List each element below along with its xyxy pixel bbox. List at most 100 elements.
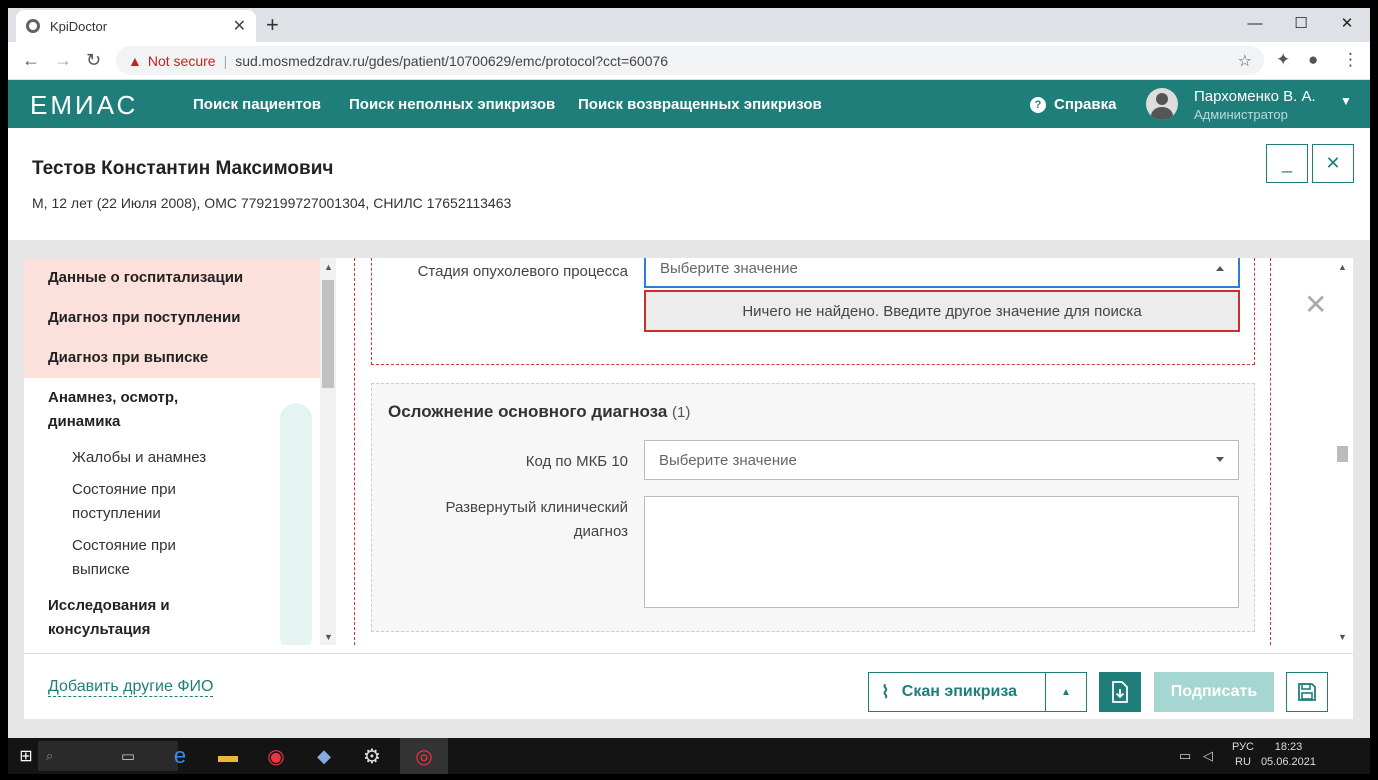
profile-icon[interactable]: ● (1308, 50, 1318, 70)
menu-search-returned[interactable]: Поиск возвращенных эпикризов (578, 96, 822, 113)
clinical-diagnosis-textarea[interactable] (644, 496, 1239, 608)
maximize-icon[interactable]: ☐ (1278, 8, 1324, 38)
nav-anamnesis-2[interactable]: динамика (24, 410, 320, 434)
url-input[interactable]: ▲ Not secure | sud.mosmedzdrav.ru/gdes/p… (116, 46, 1264, 75)
nav-state-admission-1[interactable]: Состояние при (72, 478, 176, 502)
stage-placeholder: Выберите значение (660, 259, 798, 277)
window-close-icon[interactable]: ✕ (1324, 8, 1370, 38)
bookmark-star-icon[interactable]: ☆ (1238, 51, 1252, 71)
nav-admission-diagnosis[interactable]: Диагноз при поступлении (24, 298, 320, 338)
url-text: sud.mosmedzdrav.ru/gdes/patient/10700629… (235, 52, 669, 69)
lang-top: РУС (1231, 741, 1254, 753)
globe-icon (26, 19, 40, 33)
nav-discharge-diagnosis[interactable]: Диагноз при выписке (24, 338, 320, 378)
clinical-label-1: Развернутый клинический (445, 499, 628, 516)
new-tab-icon[interactable]: + (266, 12, 279, 38)
nav-state-admission-2[interactable]: поступлении (72, 502, 161, 526)
scan-epicrisis-button[interactable]: ⌇ Скан эпикриза (868, 672, 1046, 712)
complication-title: Осложнение основного диагноза (1) (388, 402, 690, 422)
browser-tab[interactable]: KpiDoctor ✕ (16, 10, 256, 42)
nav-anamnesis-1[interactable]: Анамнез, осмотр, (24, 386, 320, 410)
reload-icon[interactable]: ↻ (86, 50, 101, 71)
lang-bottom: RU (1235, 756, 1251, 768)
close-tab-icon[interactable]: ✕ (233, 16, 246, 36)
user-name[interactable]: Пархоменко В. А. (1194, 88, 1316, 105)
ie-icon[interactable]: e (164, 738, 196, 774)
folder-icon[interactable]: ▬ (212, 738, 244, 774)
no-results-message: Ничего не найдено. Введите другое значен… (644, 290, 1240, 332)
address-bar: ← → ↻ ▲ Not secure | sud.mosmedzdrav.ru/… (8, 42, 1370, 80)
form-area: Стадия опухолевого процесса Выберите зна… (354, 258, 1271, 645)
clock[interactable]: 18:23 05.06.2021 (1261, 740, 1316, 770)
tab-strip: KpiDoctor ✕ + — ☐ ✕ (8, 8, 1370, 42)
nav-research-2[interactable]: консультация (24, 618, 320, 642)
not-secure-label[interactable]: Not secure (148, 53, 216, 69)
emias-logo[interactable]: ЕМИАС (30, 90, 138, 121)
help-link[interactable]: ? Справка (1030, 96, 1116, 113)
patient-info: М, 12 лет (22 Июля 2008), ОМС 7792199727… (32, 195, 512, 211)
stage-select[interactable]: Выберите значение (644, 258, 1240, 288)
active-app-icon[interactable]: ◎ (400, 738, 448, 774)
app-header: ЕМИАС Поиск пациентов Поиск неполных эпи… (8, 80, 1370, 128)
taskbar-search[interactable]: ⌕ (38, 741, 178, 771)
settings-gear-icon[interactable]: ⚙ (356, 738, 388, 774)
extensions-icon[interactable]: ✦ (1276, 50, 1290, 70)
scroll-up-icon[interactable]: ▲ (324, 262, 333, 272)
tab-title: KpiDoctor (50, 18, 108, 34)
user-avatar[interactable] (1146, 88, 1178, 120)
close-panel-icon[interactable]: ✕ (1304, 288, 1327, 321)
form-scroll-up-icon[interactable]: ▲ (1338, 262, 1347, 272)
stage-label: Стадия опухолевого процесса (417, 263, 628, 280)
nav-hospitalization[interactable]: Данные о госпитализации (24, 258, 320, 298)
app-icon[interactable]: ◆ (308, 738, 340, 774)
task-view-icon[interactable]: ▭ (116, 738, 140, 774)
question-icon: ? (1030, 96, 1046, 113)
scan-label: Скан эпикриза (901, 683, 1017, 700)
clock-date: 05.06.2021 (1260, 756, 1316, 768)
mkb-label: Код по МКБ 10 (525, 453, 628, 470)
menu-search-incomplete[interactable]: Поиск неполных эпикризов (349, 96, 555, 113)
forward-icon[interactable]: → (54, 50, 72, 71)
warning-icon: ▲ (128, 52, 142, 69)
form-scrollbar-thumb[interactable] (1337, 446, 1348, 462)
nav-state-discharge-2[interactable]: выписке (72, 558, 130, 582)
clinical-label-2: диагноз (573, 523, 628, 540)
download-button[interactable] (1099, 672, 1141, 712)
clock-time: 18:23 (1274, 741, 1303, 753)
mkb-select[interactable]: Выберите значение (644, 440, 1239, 480)
complication-count: (1) (672, 404, 691, 421)
save-button[interactable] (1286, 672, 1328, 712)
user-dropdown-icon[interactable]: ▼ (1340, 94, 1352, 108)
windows-taskbar: ⊞ ⌕ ▭ e ▬ ◉ ◆ ⚙ ◎ ▭ ◁ РУС RU 18:23 05.06… (8, 738, 1370, 774)
panel-footer: Добавить другие ФИО ⌇ Скан эпикриза ▲ По… (24, 653, 1353, 719)
complication-title-text: Осложнение основного диагноза (388, 402, 668, 421)
scan-dropdown-button[interactable]: ▲ (1045, 672, 1087, 712)
scroll-down-icon[interactable]: ▼ (324, 632, 333, 642)
minimize-icon[interactable]: — (1232, 8, 1278, 38)
nav-complaints[interactable]: Жалобы и анамнез (72, 446, 206, 470)
network-icon[interactable]: ▭ (1173, 738, 1197, 774)
chevron-down-icon (1216, 457, 1224, 462)
add-fio-link[interactable]: Добавить другие ФИО (48, 678, 214, 697)
paperclip-icon: ⌇ (881, 681, 890, 702)
browser-menu-icon[interactable]: ⋮ (1342, 50, 1359, 70)
save-icon (1298, 683, 1316, 701)
back-icon[interactable]: ← (22, 50, 40, 71)
language-indicator[interactable]: РУС RU (1232, 740, 1254, 770)
epicrisis-panel: Данные о госпитализации Диагноз при пост… (24, 258, 1353, 719)
menu-search-patients[interactable]: Поиск пациентов (193, 96, 321, 113)
nav-scrollbar-thumb[interactable] (322, 280, 334, 388)
windows-start-icon[interactable]: ⊞ (16, 738, 36, 774)
sign-button[interactable]: Подписать (1154, 672, 1274, 712)
nav-state-discharge-1[interactable]: Состояние при (72, 534, 176, 558)
form-scroll-down-icon[interactable]: ▼ (1338, 632, 1347, 642)
volume-icon[interactable]: ◁ (1198, 738, 1218, 774)
minimize-card-button[interactable]: _ (1266, 144, 1308, 183)
tumor-stage-section: Стадия опухолевого процесса Выберите зна… (371, 258, 1255, 365)
close-card-button[interactable]: ✕ (1312, 144, 1354, 183)
browser-window: KpiDoctor ✕ + — ☐ ✕ ← → ↻ ▲ Not secure |… (8, 8, 1370, 738)
patient-name: Тестов Константин Максимович (32, 158, 334, 179)
chrome-icon[interactable]: ◉ (260, 738, 292, 774)
nav-research-1[interactable]: Исследования и (24, 594, 320, 618)
help-label: Справка (1054, 96, 1117, 113)
